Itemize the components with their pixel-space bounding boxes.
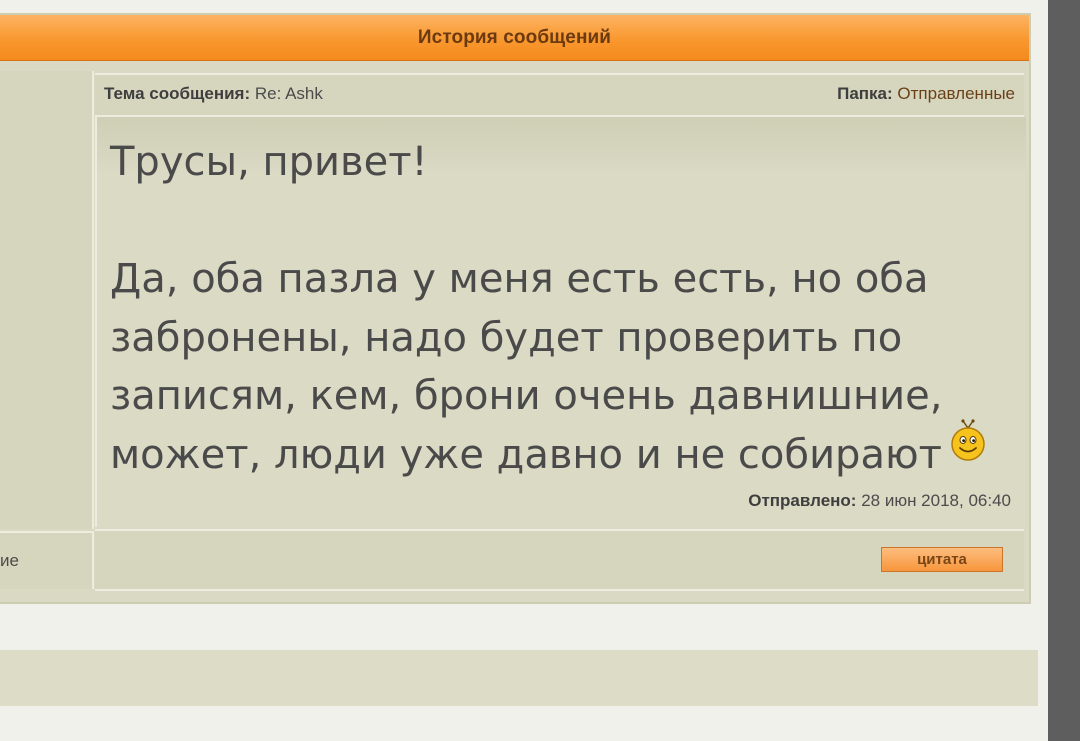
sent-timestamp: Отправлено: 28 июн 2018, 06:40	[748, 491, 1011, 511]
author-footer-text: ие	[0, 551, 19, 570]
message-actions: цитата	[95, 529, 1024, 591]
scrollbar[interactable]	[1048, 0, 1080, 741]
message-content: Трусы, привет! Да, оба пазла у меня есть…	[110, 133, 1010, 486]
author-column-footer: ие	[0, 531, 94, 589]
sent-value: 28 июн 2018, 06:40	[856, 491, 1011, 510]
author-column	[0, 71, 94, 529]
smiley-icon	[950, 419, 986, 478]
bottom-band	[0, 650, 1038, 706]
subject: Тема сообщения: Re: Ashk	[104, 84, 323, 104]
subject-value: Re: Ashk	[250, 84, 323, 103]
sent-label: Отправлено:	[748, 491, 857, 510]
page: История сообщений ие Тема сообщения: Re:…	[0, 0, 1080, 741]
subject-label: Тема сообщения:	[104, 84, 251, 103]
panel-title: История сообщений	[0, 15, 1029, 61]
message-text: Трусы, привет! Да, оба пазла у меня есть…	[110, 139, 943, 478]
folder-label: Папка:	[837, 84, 893, 103]
quote-button[interactable]: цитата	[881, 547, 1003, 572]
folder: Папка: Отправленные	[837, 84, 1015, 104]
subject-row: Тема сообщения: Re: Ashk Папка: Отправле…	[95, 73, 1024, 117]
folder-value[interactable]: Отправленные	[893, 84, 1015, 103]
message-body: Трусы, привет! Да, оба пазла у меня есть…	[95, 117, 1026, 527]
message-history-panel: История сообщений ие Тема сообщения: Re:…	[0, 13, 1031, 604]
